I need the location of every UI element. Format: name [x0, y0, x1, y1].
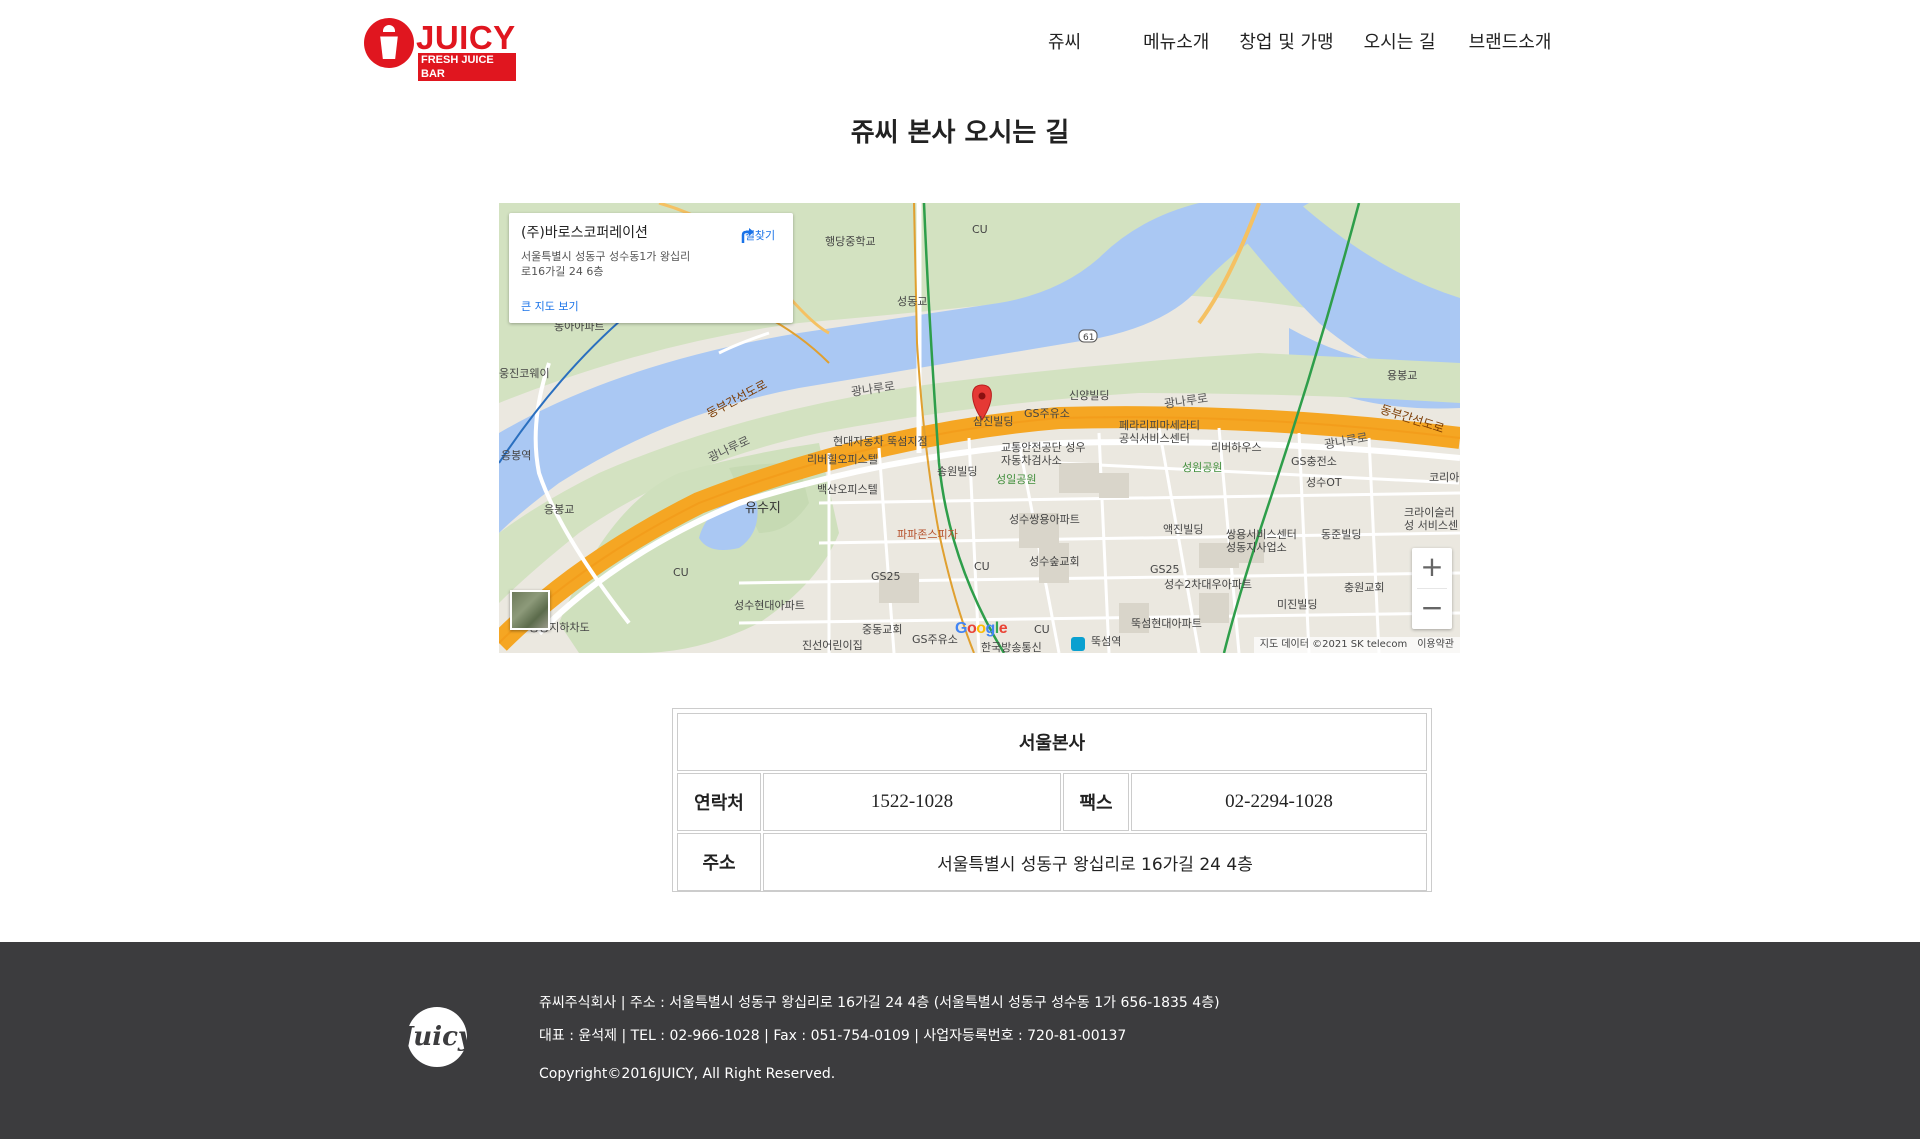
site-footer: Juicy 쥬씨주식회사 | 주소 : 서울특별시 성동구 왕십리로 16가길 … [0, 942, 1920, 1139]
map-label-cu-2: CU [673, 566, 689, 579]
contact-value: 1522-1028 [763, 773, 1061, 831]
nav-item-juicy[interactable]: 쥬씨 [1048, 30, 1081, 56]
terms-link[interactable]: 이용약관 [1417, 639, 1454, 650]
zoom-in-button[interactable]: + [1412, 548, 1452, 588]
map-label-chungwon: 충원교회 [1344, 581, 1385, 594]
place-address: 서울특별시 성동구 성수동1가 왕십리로16가길 24 6층 [521, 250, 691, 278]
map-label-marker: 삼진빌딩 [973, 415, 1014, 428]
footer-address: 쥬씨주식회사 | 주소 : 서울특별시 성동구 왕십리로 16가길 24 4층 … [539, 995, 1220, 1011]
zoom-out-button[interactable]: − [1412, 589, 1452, 629]
map-info-window: (주)바로스코퍼레이션 서울특별시 성동구 성수동1가 왕십리로16가길 24 … [509, 213, 793, 323]
office-info-table: 서울본사 연락처 1522-1028 팩스 02-2294-1028 주소 서울… [672, 708, 1432, 892]
nav-item-franchise[interactable]: 창업 및 가맹 [1239, 30, 1333, 56]
site-header: JUICY FRESH JUICE BAR 쥬씨 메뉴소개 창업 및 가맹 오시… [0, 0, 1920, 90]
map-label-gs-gas2: GS주유소 [1024, 407, 1070, 420]
map-label-cu-1: CU [972, 223, 988, 236]
zoom-controls: + − [1412, 548, 1452, 629]
footer-juicy-logo: Juicy [388, 999, 486, 1069]
larger-map-link[interactable]: 큰 지도 보기 [521, 298, 579, 314]
map-label-seongdonggyo: 성동교 [897, 295, 928, 308]
fax-label: 팩스 [1063, 773, 1129, 831]
satellite-view-toggle[interactable] [510, 590, 550, 630]
place-name: (주)바로스코퍼레이션 [521, 225, 648, 241]
nav-item-directions[interactable]: 오시는 길 [1364, 30, 1436, 56]
juicy-logo[interactable]: JUICY FRESH JUICE BAR [364, 18, 516, 81]
page-title: 쥬씨 본사 오시는 길 [850, 118, 1070, 148]
logo-cup-badge [364, 18, 414, 68]
map-label-yongbonggyo: 용봉교 [1387, 369, 1418, 382]
address-value: 서울특별시 성동구 왕십리로 16가길 24 4층 [763, 833, 1427, 891]
nav-item-brand[interactable]: 브랜드소개 [1469, 30, 1552, 56]
footer-copyright: Copyright©2016JUICY, All Right Reserved. [539, 1066, 836, 1082]
map-label-jungdong: 중동교회 [862, 623, 903, 636]
map-label-aekjin: 액진빌딩 [1163, 523, 1204, 536]
nav-item-menu[interactable]: 메뉴소개 [1143, 30, 1209, 56]
map-label-road-61: 61 [1083, 333, 1095, 343]
footer-company-info: 쥬씨주식회사 | 주소 : 서울특별시 성동구 왕십리로 16가길 24 4층 … [539, 993, 1220, 1097]
map-label-jinseon: 진선어린이집 [802, 639, 863, 652]
map-label-riverhill: 리버힐오피스텔 [807, 453, 878, 466]
map-label-riverhouse: 리버하우스 [1211, 441, 1262, 454]
footer-contact: 대표 : 윤석제 | TEL : 02-966-1028 | Fax : 051… [539, 1028, 1127, 1044]
map-label-seongsu-ot: 성수OT [1306, 476, 1342, 489]
map-label-krysler: 크라이슬러 성 서비스센 [1404, 506, 1459, 532]
map-label-broadcast: 한국방송통신 [981, 641, 1042, 653]
map-label-seongsu2: 성수2차대우아파트 [1164, 578, 1252, 591]
map-label-ttukseom: 뚝섬역 [1091, 635, 1122, 648]
map-label-papajohns: 파파존스피자 [897, 528, 958, 541]
map-label-seongil: 성일공원 [996, 473, 1037, 486]
office-title: 서울본사 [677, 713, 1427, 771]
map-label-hyundai: 현대자동차 뚝섬지점 [833, 435, 928, 448]
google-map[interactable]: 행당중학교 성동교 동아아파트 웅진코웨이 응봉역 응봉교 동부간선도로 동부간… [499, 203, 1460, 653]
google-logo: Google [955, 620, 1008, 637]
map-label-yongbong-st: 응봉역 [501, 449, 532, 462]
map-label-seongsu-church: 성수숲교회 [1029, 555, 1080, 568]
directions-button[interactable]: 길찾기 [737, 225, 783, 243]
address-label: 주소 [677, 833, 761, 891]
map-label-mijin: 미진빌딩 [1277, 598, 1318, 611]
map-label-gs25-1: GS25 [871, 570, 901, 583]
map-label-gs25-2: GS25 [1150, 563, 1180, 576]
map-label-sinyang: 신양빌딩 [1069, 389, 1110, 402]
map-label-haengdang: 행당중학교 [825, 235, 876, 248]
logo-brand-text: JUICY [416, 19, 516, 56]
map-label-ssangyong-sc: 쌍용서비스센터 성동지사업소 [1226, 528, 1297, 554]
svg-text:Juicy: Juicy [396, 1022, 475, 1052]
fax-value: 02-2294-1028 [1131, 773, 1427, 831]
map-label-gs-charge: GS충전소 [1291, 455, 1337, 468]
map-label-ferrari: 페라리피마세라티 공식서비스센터 [1119, 419, 1200, 445]
map-label-korea: 코리아빌 [1429, 471, 1460, 484]
attribution-text: 지도 데이터 ©2021 SK telecom [1259, 639, 1408, 650]
map-label-seongwon: 성원공원 [1182, 461, 1223, 474]
map-label-yongjin: 웅진코웨이 [499, 367, 550, 380]
map-label-eungbong: 응봉교 [544, 503, 575, 516]
map-label-seongsu-hyundai: 성수현대아파트 [734, 599, 805, 612]
directions-icon [741, 228, 754, 243]
map-label-cu-4: CU [1034, 623, 1050, 636]
map-label-baeksan: 백산오피스텔 [817, 483, 878, 496]
logo-tagline: FRESH JUICE BAR [418, 53, 516, 81]
map-label-seongsu-hyundai2: 뚝섬현대아파트 [1131, 617, 1202, 630]
map-label-traffic: 교통안전공단 성우 자동차검사소 [1001, 441, 1086, 467]
map-attribution: 지도 데이터 ©2021 SK telecom 이용약관 [1253, 637, 1460, 653]
map-label-seongsu-ssangyong: 성수쌍용아파트 [1009, 513, 1080, 526]
map-label-yusuji: 유수지 [745, 501, 781, 516]
main-nav: 쥬씨 메뉴소개 창업 및 가맹 오시는 길 브랜드소개 [1048, 30, 1551, 56]
map-label-cu-3: CU [974, 560, 990, 573]
map-label-songwon: 송원빌딩 [937, 465, 978, 478]
map-label-dongjun: 동준빌딩 [1321, 528, 1362, 541]
contact-label: 연락처 [677, 773, 761, 831]
map-label-gsgas: GS주유소 [912, 633, 958, 646]
